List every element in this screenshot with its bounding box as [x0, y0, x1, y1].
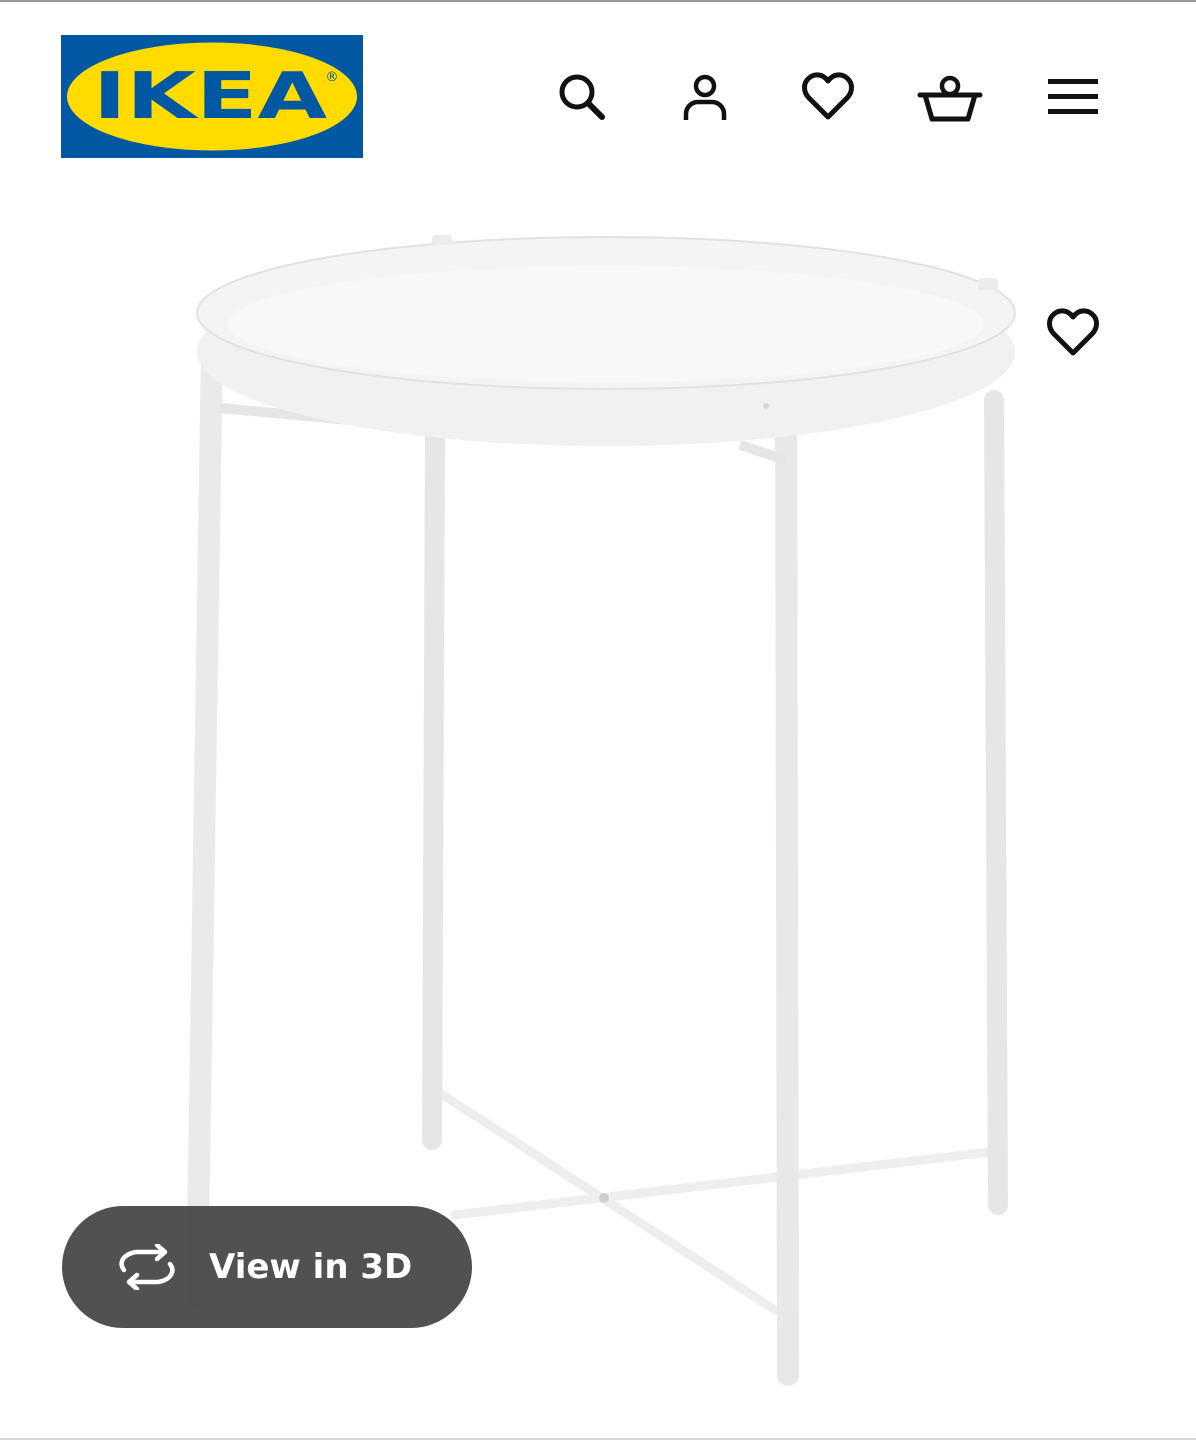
heart-icon [802, 72, 854, 120]
ikea-logo[interactable]: IKEA ® [61, 35, 363, 158]
rotate-3d-icon [119, 1244, 175, 1290]
heart-icon [1047, 308, 1099, 356]
hamburger-menu-icon [1048, 79, 1098, 114]
account-icon [683, 74, 727, 120]
shopping-basket-icon [917, 75, 983, 122]
logo-wordmark: IKEA [93, 60, 328, 134]
view-in-3d-button[interactable]: View in 3D [62, 1206, 472, 1328]
site-header: IKEA ® [0, 0, 1196, 180]
favourites-button[interactable] [793, 62, 863, 132]
add-to-favourites-button[interactable] [1038, 298, 1108, 368]
search-icon [559, 74, 605, 120]
view-in-3d-label: View in 3D [209, 1247, 413, 1287]
menu-button[interactable] [1038, 62, 1108, 132]
cart-button[interactable] [915, 62, 985, 132]
account-button[interactable] [670, 62, 740, 132]
search-button[interactable] [547, 62, 617, 132]
logo-registered-mark: ® [326, 70, 339, 85]
